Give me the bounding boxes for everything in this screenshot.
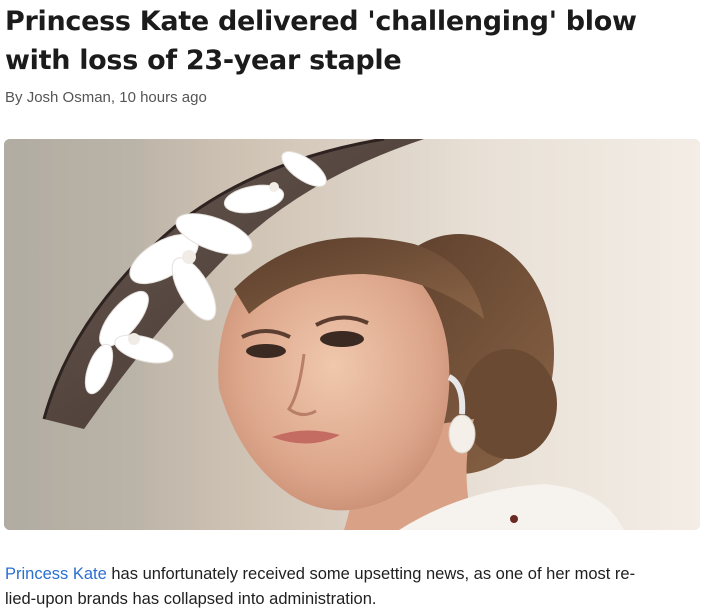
paragraph-line-2: lied-upon brands has collapsed into admi… <box>5 590 377 608</box>
hero-image[interactable] <box>4 139 700 530</box>
byline-separator: , <box>110 89 120 106</box>
article-paragraph: Princess Kate has unfortunately received… <box>5 562 695 612</box>
paragraph-line-1: has unfortunately received some upsettin… <box>106 565 636 583</box>
headline: Princess Kate delivered 'challenging' bl… <box>5 2 695 80</box>
article: Princess Kate delivered 'challenging' bl… <box>0 0 704 613</box>
headline-line-2: with loss of 23-year staple <box>5 45 402 76</box>
byline: By Josh Osman, 10 hours ago <box>5 88 207 108</box>
princess-kate-link[interactable]: Princess Kate <box>5 565 107 583</box>
author-name: Josh Osman <box>26 89 111 106</box>
hero-photo-illustration <box>4 139 700 530</box>
publish-time: 10 hours ago <box>119 89 207 106</box>
byline-prefix: By <box>5 89 27 106</box>
headline-line-1: Princess Kate delivered 'challenging' bl… <box>5 6 637 37</box>
